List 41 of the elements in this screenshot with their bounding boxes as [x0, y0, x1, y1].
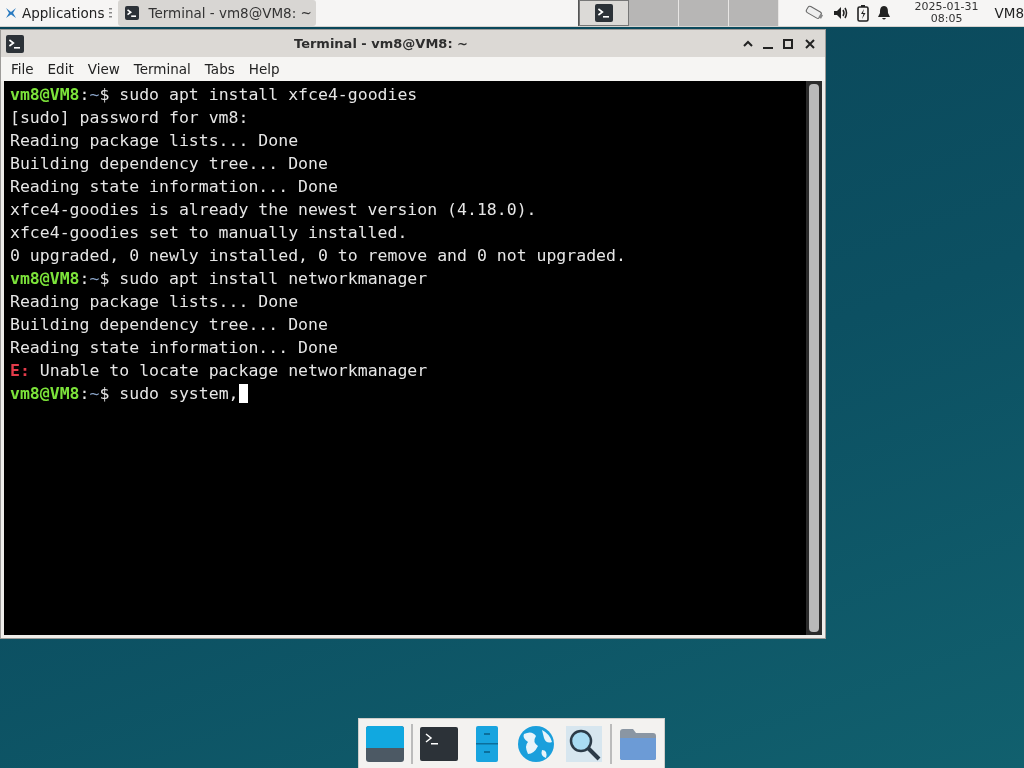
window-title: Terminal - vm8@VM8: ~: [293, 34, 469, 53]
terminal-line: Building dependency tree... Done: [10, 315, 328, 334]
terminal-line: 0 upgraded, 0 newly installed, 0 to remove and 0 not upgraded.: [10, 246, 626, 265]
show-desktop-icon: [365, 723, 405, 764]
terminal-icon: [124, 5, 141, 21]
terminal-line: vm8@VM8:~$ sudo apt install xfce4-goodies: [10, 85, 418, 104]
terminal-line: xfce4-goodies is already the newest version (4.18.0).: [10, 200, 537, 219]
clock-date: 2025-01-31: [914, 1, 979, 13]
terminal-icon: [5, 33, 25, 54]
mouse-logo-icon: [4, 6, 18, 20]
terminal-line: Reading package lists... Done: [10, 131, 299, 150]
terminal-line: E: Unable to locate package networkmanager: [10, 361, 428, 380]
user-name[interactable]: VM8: [994, 2, 1024, 24]
taskbar-button[interactable]: Terminal - vm8@VM8: ~: [118, 0, 317, 26]
battery-icon: [856, 4, 869, 22]
menu-item[interactable]: Edit: [41, 58, 80, 80]
terminal-line: vm8@VM8:~$ sudo system,: [10, 384, 239, 403]
app-finder-icon: [563, 723, 604, 764]
close-icon: [803, 36, 817, 51]
handle-icon: [108, 6, 115, 20]
menu-item[interactable]: Terminal: [127, 58, 197, 80]
maximize-icon: [781, 36, 795, 51]
terminal-line: Reading state information... Done: [10, 177, 338, 196]
applications-menu[interactable]: Applications: [0, 0, 109, 26]
terminal-line: Reading package lists... Done: [10, 292, 299, 311]
terminal-line: Building dependency tree... Done: [10, 154, 328, 173]
terminal-line: [sudo] password for vm8:: [10, 108, 249, 127]
volume-icon: [832, 5, 849, 21]
terminal-line: Reading state information... Done: [10, 338, 338, 357]
terminal-icon: [593, 3, 614, 23]
workspace-button[interactable]: [578, 0, 629, 26]
clock-time: 08:05: [929, 13, 964, 25]
bell-icon: [876, 5, 891, 21]
menu-item[interactable]: View: [81, 58, 126, 80]
menu-item[interactable]: Tabs: [198, 58, 241, 80]
minimize-icon: [763, 46, 773, 49]
globe-icon: [515, 723, 556, 764]
terminal-line: vm8@VM8:~$ sudo apt install networkmanager: [10, 269, 428, 288]
terminal-line: xfce4-goodies set to manually installed.: [10, 223, 408, 242]
menu-item[interactable]: Help: [242, 58, 286, 80]
menu-item[interactable]: File: [5, 58, 40, 80]
